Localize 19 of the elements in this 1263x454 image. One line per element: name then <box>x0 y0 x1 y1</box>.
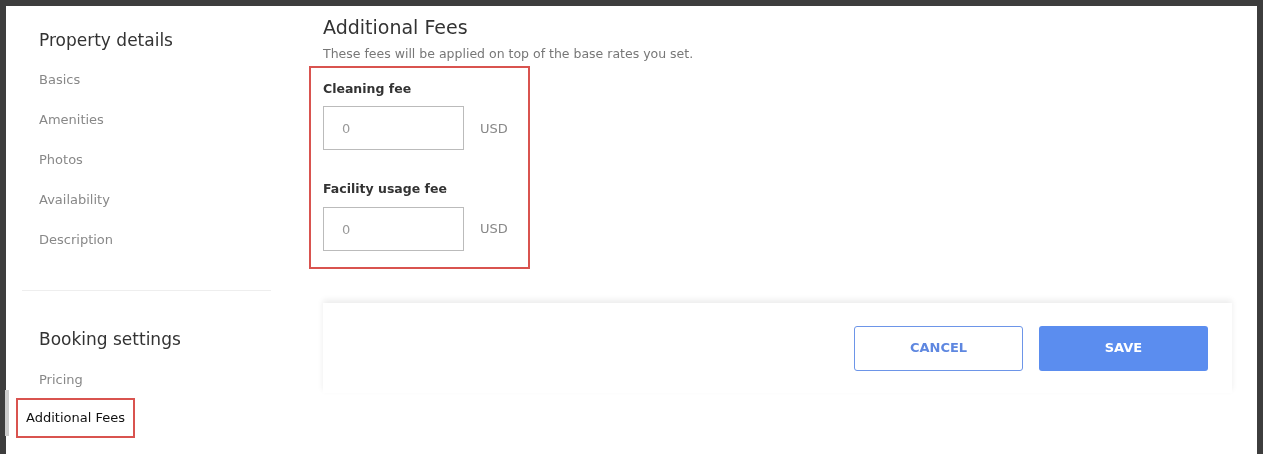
fee-input[interactable]: 0 <box>323 106 464 151</box>
sidebar-item[interactable]: Additional Fees <box>18 399 133 436</box>
sidebar-item[interactable]: Pricing <box>22 369 271 390</box>
page-title: Additional Fees <box>323 16 469 39</box>
section-heading: Property details <box>38 30 174 51</box>
description-text: These fees will be applied on top of the base rates you set. <box>323 44 695 63</box>
field-label: Facility usage fee <box>323 180 448 199</box>
section-heading: Booking settings <box>38 329 182 350</box>
fee-input[interactable]: 0 <box>323 207 464 252</box>
field-label: Cleaning fee <box>323 79 413 98</box>
sidebar-item[interactable]: Photos <box>22 150 271 171</box>
sidebar-item[interactable]: Availability <box>22 190 271 211</box>
currency-label: USD <box>480 119 508 138</box>
sidebar-item[interactable]: Basics <box>22 70 271 91</box>
cancel-button[interactable]: CANCEL <box>854 325 1023 371</box>
sidebar-item[interactable]: Description <box>22 230 271 251</box>
currency-label: USD <box>480 220 508 239</box>
save-button[interactable]: SAVE <box>1039 325 1208 371</box>
sidebar-item[interactable]: Amenities <box>22 110 271 131</box>
